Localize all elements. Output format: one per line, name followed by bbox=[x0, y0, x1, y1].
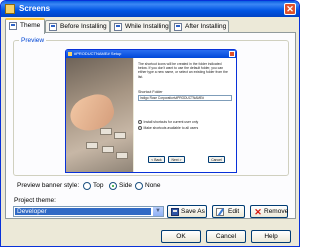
tab-label: After Installing bbox=[185, 23, 227, 30]
preview-description: The shortcut icons will be created in th… bbox=[138, 62, 228, 79]
radio-label: Side bbox=[119, 182, 133, 189]
theme-tab-icon bbox=[9, 22, 17, 30]
preview-side-banner-image bbox=[66, 58, 133, 172]
save-as-button[interactable]: Save As bbox=[167, 205, 207, 218]
ok-button[interactable]: OK bbox=[161, 230, 201, 243]
tab-theme[interactable]: Theme bbox=[5, 18, 45, 34]
preview-close-icon bbox=[229, 51, 235, 57]
tab-label: Before Installing bbox=[60, 23, 107, 30]
preview-back-button: < Back bbox=[148, 156, 165, 163]
radio-label: Top bbox=[93, 182, 104, 189]
save-icon bbox=[171, 208, 179, 216]
title-bar[interactable]: Screens ✕ bbox=[1, 1, 299, 17]
preview-radio-current-user: Install shortcuts for current user only bbox=[138, 120, 198, 125]
project-theme-dropdown[interactable]: Developer ▼ bbox=[13, 206, 164, 217]
preview-folder-label: Shortcut Folder bbox=[138, 90, 163, 94]
chevron-down-icon[interactable]: ▼ bbox=[152, 207, 163, 216]
help-button[interactable]: Help bbox=[251, 230, 291, 243]
tab-label: Theme bbox=[20, 22, 41, 29]
radio-button-selected[interactable] bbox=[109, 182, 117, 190]
preview-dialog-title: #PRODUCTNAME# Setup bbox=[74, 51, 122, 56]
project-theme-value: Developer bbox=[15, 208, 151, 215]
radio-label: None bbox=[145, 182, 161, 189]
preview-dialog: #PRODUCTNAME# Setup The shortcut icons w… bbox=[65, 49, 237, 173]
radio-button[interactable] bbox=[135, 182, 143, 190]
cancel-button[interactable]: Cancel bbox=[206, 230, 246, 243]
edit-button[interactable]: Edit bbox=[212, 205, 245, 218]
project-theme-label: Project theme: bbox=[14, 197, 56, 204]
screens-dialog: Screens ✕ Theme Before Installing While … bbox=[0, 0, 300, 247]
preview-group-label: Preview bbox=[19, 37, 47, 44]
screen-tab-icon bbox=[49, 23, 57, 31]
screen-tab-icon bbox=[114, 23, 122, 31]
banner-style-label: Preview banner style: bbox=[17, 182, 80, 189]
banner-style-row: Preview banner style: Top Side None bbox=[17, 181, 297, 191]
tab-label: While Installing bbox=[125, 23, 169, 30]
preview-radio-all-users: Make shortcuts available to all users bbox=[138, 126, 198, 131]
remove-button[interactable]: ✕ Remove bbox=[250, 205, 288, 218]
screen-tab-icon bbox=[174, 23, 182, 31]
close-button[interactable]: ✕ bbox=[284, 3, 296, 15]
edit-icon bbox=[216, 208, 224, 216]
close-icon: ✕ bbox=[286, 4, 294, 14]
remove-icon: ✕ bbox=[254, 207, 262, 217]
preview-folder-field: Indigo Rose Corporation\#PRODUCTNAME# bbox=[138, 95, 232, 101]
window-title: Screens bbox=[19, 4, 51, 13]
app-icon bbox=[5, 4, 15, 14]
preview-title-bar: #PRODUCTNAME# Setup bbox=[66, 50, 236, 58]
preview-cancel-button: Cancel bbox=[208, 156, 225, 163]
radio-button[interactable] bbox=[83, 182, 91, 190]
preview-next-button: Next > bbox=[168, 156, 185, 163]
